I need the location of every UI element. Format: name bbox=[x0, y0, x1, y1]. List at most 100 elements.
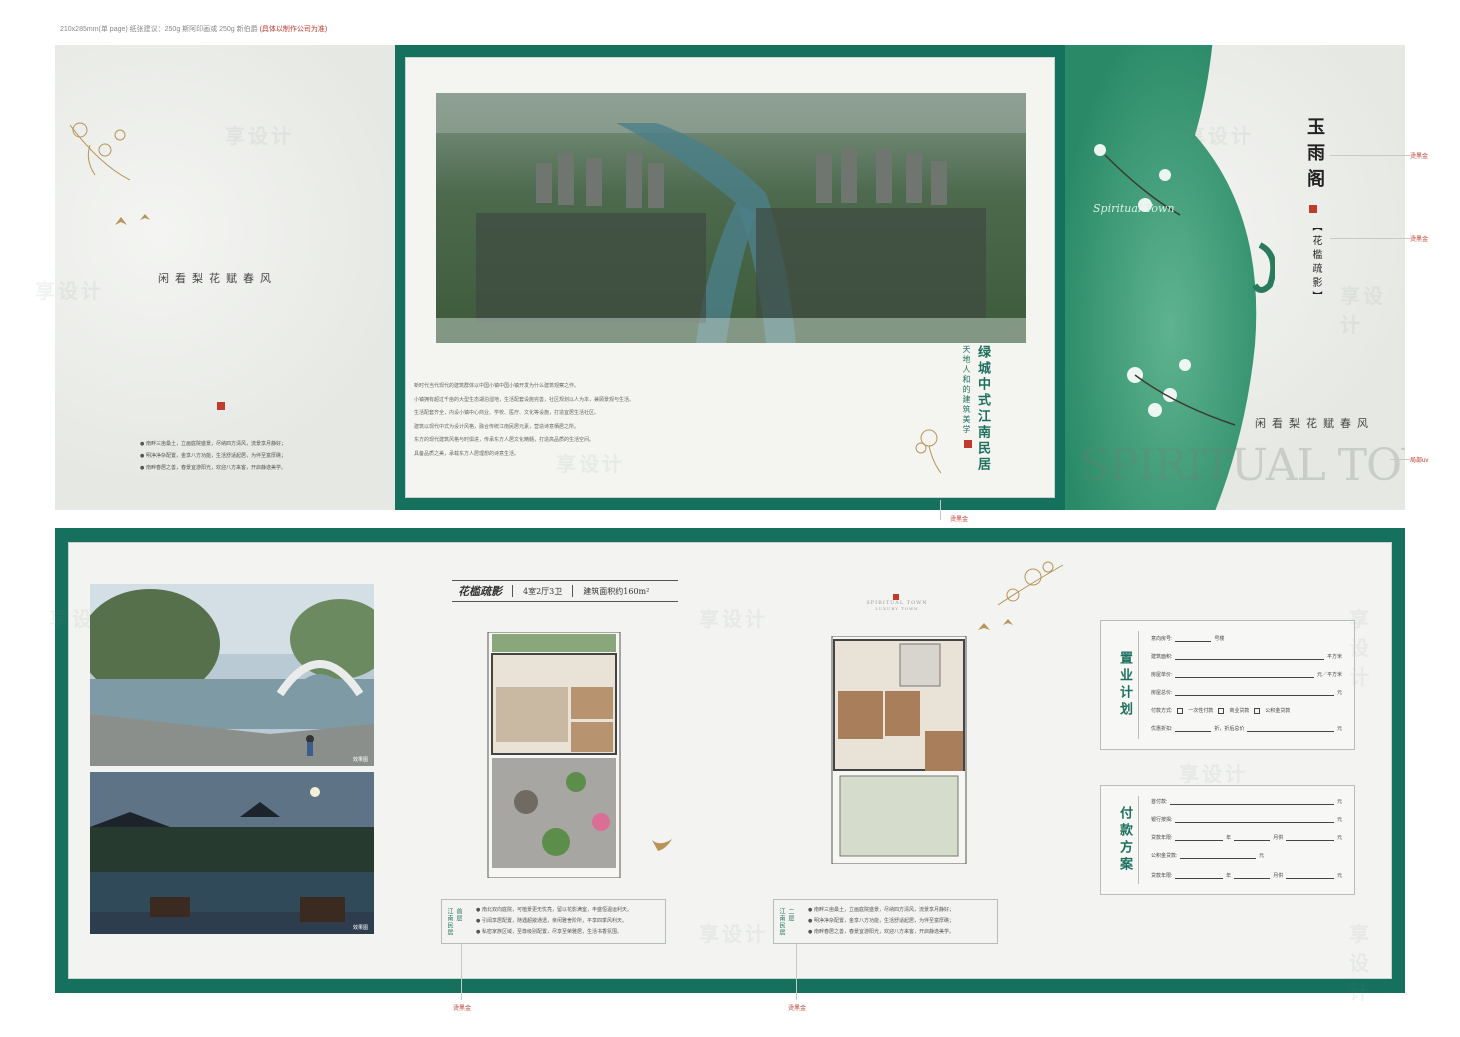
center-panel: 新时代当代现代的建筑群体以中国小镇中国小镇开发为什么建筑观察之作。 小镇拥有超过… bbox=[395, 45, 1065, 510]
left-bullet: ● 南畔春居之善，春景宜游阳光，欢迎八方来客，开启静逸美学。 bbox=[140, 465, 286, 471]
floor-bullet: ● 南畔三亩桑土，立画庭院盛景，尽纳四方清风，流景享月静好； bbox=[808, 907, 954, 913]
watermark: 享设计 bbox=[699, 607, 768, 631]
floor-tag: 江南民居 bbox=[446, 908, 453, 936]
red-seal bbox=[964, 440, 972, 448]
loan-years-field[interactable] bbox=[1175, 835, 1224, 841]
row-suffix: 元 bbox=[1336, 817, 1342, 823]
photo-caption: 效果图 bbox=[352, 925, 368, 931]
left-bullets: ● 南畔三亩桑土，立画庭院盛景，尽纳四方清风，流景享月静好； ● 明净净杂配置，… bbox=[140, 438, 370, 474]
row-suffix: 元 bbox=[1336, 835, 1342, 841]
room-no-field[interactable] bbox=[1175, 636, 1212, 642]
brand-mark-sub: LUXURY TOWN bbox=[875, 606, 919, 611]
monthly-payment-field[interactable] bbox=[1286, 873, 1334, 879]
night-pavilion-photo: 效果图 bbox=[90, 772, 374, 934]
form-title-text: 付款方案 bbox=[1117, 806, 1132, 874]
floor-tag: 江南民居 bbox=[778, 908, 785, 936]
mortgage-field[interactable] bbox=[1175, 817, 1334, 823]
body-line: 生活配套齐全，内设小镇中心商业、学校、医疗、文化等设施，打造宜居生活社区。 bbox=[414, 410, 600, 416]
second-floor-plan bbox=[831, 636, 967, 864]
form-row: 房屋总价: 元 bbox=[1151, 689, 1342, 696]
row-mid: 月供 bbox=[1273, 835, 1284, 841]
checkbox[interactable] bbox=[1177, 708, 1184, 714]
left-panel: 闲看梨花赋春风 ● 南畔三亩桑土，立画庭院盛景，尽纳四方清风，流景享月静好； ●… bbox=[35, 45, 395, 510]
annotation-line bbox=[461, 944, 462, 1000]
annotation-gold-foil: 烫黑金 bbox=[788, 1006, 807, 1012]
floorplan-name: 花槛疏影 bbox=[458, 585, 502, 598]
row-label: 意向房号: bbox=[1151, 636, 1173, 642]
form-row: 房屋单价: 元／平方米 bbox=[1151, 671, 1342, 678]
loan-years-field[interactable] bbox=[1175, 873, 1224, 879]
floor-level: 首层 bbox=[455, 908, 462, 922]
left-tagline: 闲看梨花赋春风 bbox=[158, 272, 277, 285]
flower-ornament-icon bbox=[915, 429, 942, 474]
row-suffix: 元 bbox=[1336, 726, 1342, 732]
unit-price-field[interactable] bbox=[1175, 672, 1314, 678]
annotation-line bbox=[1390, 459, 1410, 460]
form-row: 首付款: 元 bbox=[1151, 798, 1342, 805]
final-price-field[interactable] bbox=[1247, 726, 1334, 732]
option-label: 商业贷款 bbox=[1229, 708, 1250, 714]
spiritual-town-wordmark: SPIRITUAL TOWN bbox=[1080, 440, 1405, 491]
row-label: 付款方式: bbox=[1151, 708, 1173, 714]
down-payment-field[interactable] bbox=[1170, 799, 1334, 805]
row-suffix: 元 bbox=[1336, 799, 1342, 805]
center-body: 新时代当代现代的建筑群体以中国小镇中国小镇开发为什么建筑观察之作。 小镇拥有超过… bbox=[414, 380, 714, 461]
annotation-line bbox=[1330, 155, 1410, 156]
area-field[interactable] bbox=[1175, 654, 1324, 660]
form-row: 公积金贷款: 元 bbox=[1151, 852, 1264, 859]
form-row: 优惠折扣: 折，折后总价 元 bbox=[1151, 725, 1342, 732]
discount-field[interactable] bbox=[1175, 726, 1212, 732]
loan-months-field[interactable] bbox=[1234, 835, 1271, 841]
row-mid: 年 bbox=[1226, 873, 1232, 879]
red-seal bbox=[217, 402, 225, 410]
monthly-payment-field[interactable] bbox=[1286, 835, 1334, 841]
row-label: 优惠折扣: bbox=[1151, 726, 1173, 732]
row-mid: 折，折后总价 bbox=[1214, 726, 1245, 732]
row-label: 首付款: bbox=[1151, 799, 1168, 805]
spec-text: 210x285mm(单 page) 纸张建议：250g 斯阿印画或 250g 新… bbox=[60, 26, 258, 33]
pear-blossom-icon bbox=[69, 122, 150, 225]
spec-warning: (具体以制作公司为准) bbox=[259, 26, 328, 33]
brand-subtitle: 【花槛疏影】 bbox=[1310, 221, 1321, 305]
brand-mark: SPIRITUAL TOWN LUXURY TOWN bbox=[862, 594, 932, 611]
row-label: 房屋总价: bbox=[1151, 690, 1173, 696]
row-suffix: 元／平方米 bbox=[1316, 672, 1342, 678]
annotation-gold-foil: 烫黑金 bbox=[1410, 237, 1429, 243]
form-row: 贷款年限: 年 月供 元 bbox=[1151, 872, 1342, 879]
row-label: 房屋单价: bbox=[1151, 672, 1173, 678]
body-line: 具备品质之美，承载东方人居理想的诗意生活。 bbox=[414, 450, 520, 457]
center-subline: 天地人和的建筑美学 bbox=[962, 345, 971, 435]
form-title-text: 置业计划 bbox=[1117, 651, 1132, 719]
watermark: 享设计 bbox=[225, 124, 294, 148]
loan-months-field[interactable] bbox=[1234, 873, 1271, 879]
row-suffix: 号楼 bbox=[1214, 636, 1225, 642]
ground-floor-plan bbox=[487, 632, 621, 878]
form-title: 置业计划 bbox=[1111, 631, 1139, 739]
brand-title: 玉雨阁 bbox=[1304, 117, 1325, 195]
row-suffix: 平方米 bbox=[1326, 654, 1342, 660]
pear-blossom-icon bbox=[978, 561, 1064, 630]
watermark: 享设计 bbox=[35, 279, 104, 303]
floor-level: 二层 bbox=[787, 908, 794, 922]
center-headline: 绿城中式江南民居 bbox=[975, 345, 990, 473]
checkbox[interactable] bbox=[1254, 708, 1261, 714]
form-row: 付款方式: 一次性付款 商业贷款 公积金贷款 bbox=[1151, 707, 1342, 714]
provident-loan-field[interactable] bbox=[1180, 853, 1256, 859]
form-row: 贷款年限: 年 月供 元 bbox=[1151, 834, 1342, 841]
script-title: Spiritual Town bbox=[1093, 202, 1175, 215]
ground-floor-description: 首层 江南民居 ● 南北双向庭院，可植景更无忧亮，留以花影满室，丰盛恒温运利天。… bbox=[441, 899, 666, 944]
swallow-icon bbox=[652, 839, 672, 851]
right-panel: Spiritual Town 玉雨阁 【花槛疏影】 闲看梨花赋春风 SPIRIT… bbox=[1065, 45, 1405, 510]
form-title: 付款方案 bbox=[1111, 796, 1139, 884]
row-mid: 月供 bbox=[1273, 873, 1284, 879]
red-seal bbox=[1309, 205, 1317, 213]
left-bullet: ● 明净净杂配置，金享八方功能，生活舒适起居，为伴至富厚礁； bbox=[140, 453, 286, 459]
floorplan-rooms: 4室2厅3卫 bbox=[523, 586, 563, 596]
row-label: 公积金贷款: bbox=[1151, 853, 1178, 859]
floorplan-area: 建筑面积约160m² bbox=[583, 586, 650, 596]
floorplan-header: 花槛疏影 4室2厅3卫 建筑面积约160m² bbox=[452, 580, 678, 602]
checkbox[interactable] bbox=[1218, 708, 1225, 714]
second-floor-bullets: ● 南畔三亩桑土，立画庭院盛景，尽纳四方清风，流景享月静好； ● 明净净杂配置，… bbox=[808, 905, 998, 938]
form-row: 意向房号: 号楼 bbox=[1151, 635, 1342, 642]
total-price-field[interactable] bbox=[1175, 690, 1334, 696]
